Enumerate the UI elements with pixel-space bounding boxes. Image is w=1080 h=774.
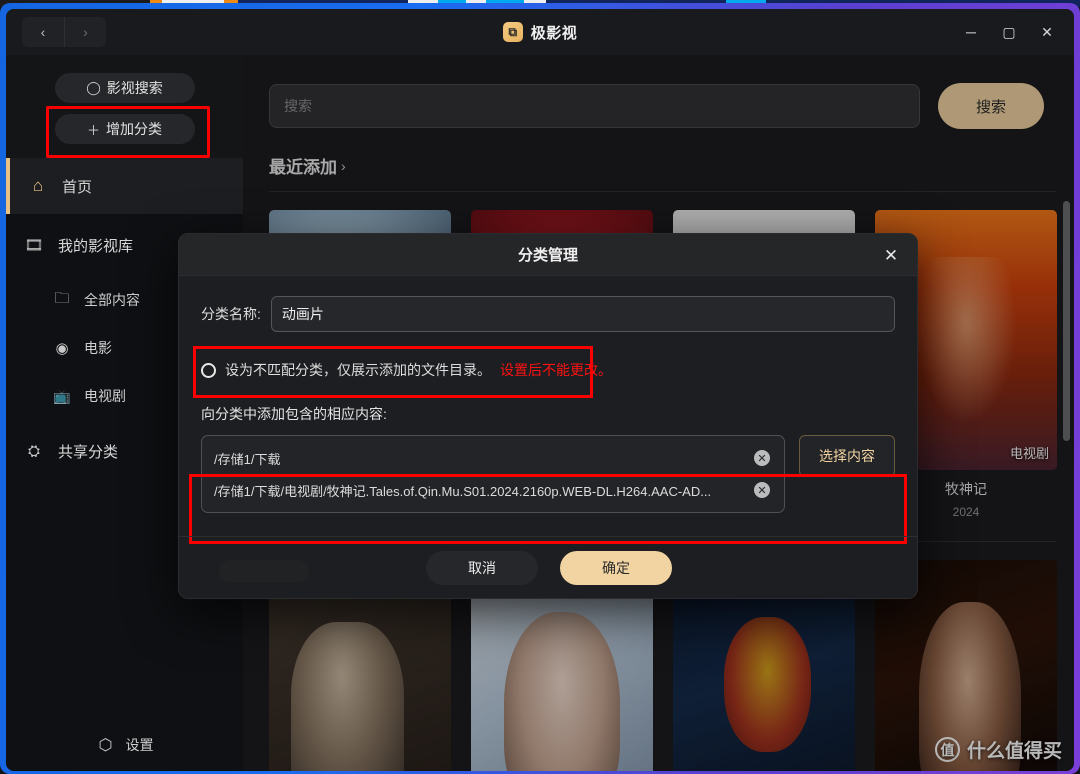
forward-icon[interactable]: › [64, 17, 106, 47]
plus-icon: ＋ [86, 122, 100, 138]
paths-list: /存储1/下载 ✕ /存储1/下载/电视剧/牧神记.Tales.of.Qin.M… [201, 435, 785, 513]
app-window: ‹ › ⧉ 极影视 ─ ▢ ✕ ◯ 影视搜索 ＋ 增加分类 ⌂ 首页 🎞 我的影… [6, 9, 1074, 771]
back-icon[interactable]: ‹ [22, 17, 64, 47]
path-item[interactable]: /存储1/下载/电视剧/牧神记.Tales.of.Qin.Mu.S01.2024… [202, 474, 778, 506]
sidebar-item-label-my-library: 我的影视库 [58, 237, 134, 255]
window-controls: ─ ▢ ✕ [954, 9, 1064, 55]
maximize-icon[interactable]: ▢ [992, 17, 1026, 47]
path-text: /存储1/下载/电视剧/牧神记.Tales.of.Qin.Mu.S01.2024… [214, 483, 712, 499]
folder-icon: 🗀 [54, 289, 70, 307]
sidebar-item-label-shared: 共享分类 [58, 443, 119, 461]
sidebar-item-home[interactable]: ⌂ 首页 [6, 158, 243, 214]
share-icon: ⛭ [27, 442, 40, 460]
content-section-label: 向分类中添加包含的相应内容: [201, 406, 387, 422]
dialog-body: 分类名称: 动画片 设为不匹配分类，仅展示添加的文件目录。 设置后不能更改。 向… [179, 276, 917, 544]
sidebar-action-group: ◯ 影视搜索 ＋ 增加分类 [6, 55, 243, 158]
category-name-row: 分类名称: 动画片 [201, 296, 895, 332]
home-icon: ⌂ [32, 176, 44, 195]
sidebar-item-label-movies: 电影 [84, 340, 112, 356]
category-name-label: 分类名称: [201, 306, 261, 322]
search-icon: ◯ [86, 80, 101, 95]
cancel-button[interactable]: 取消 [426, 550, 538, 585]
confirm-button[interactable]: 确定 [560, 550, 672, 585]
sidebar-item-label-settings: 设置 [125, 737, 154, 753]
app-title: 极影视 [530, 24, 578, 42]
unmatched-category-text: 设为不匹配分类，仅展示添加的文件目录。 [225, 362, 491, 378]
sidebar-item-label-tv: 电视剧 [84, 388, 126, 404]
unmatched-category-warning: 设置后不能更改。 [500, 362, 612, 378]
choose-content-button[interactable]: 选择内容 [799, 435, 895, 477]
add-category-button[interactable]: ＋ 增加分类 [54, 114, 195, 144]
path-item[interactable]: /存储1/下载 ✕ [202, 442, 778, 474]
clear-path-icon[interactable]: ✕ [754, 482, 770, 498]
category-management-dialog: 分类管理 ✕ 分类名称: 动画片 设为不匹配分类，仅展示添加的文件目录。 设置后… [178, 233, 918, 599]
close-icon[interactable]: ✕ [1030, 17, 1064, 47]
category-name-input[interactable]: 动画片 [270, 296, 895, 332]
app-logo-icon: ⧉ [502, 22, 523, 42]
dialog-header: 分类管理 ✕ [179, 234, 917, 276]
path-text: /存储1/下载 [214, 451, 281, 467]
paths-row: /存储1/下载 ✕ /存储1/下载/电视剧/牧神记.Tales.of.Qin.M… [201, 435, 895, 513]
add-category-label: 增加分类 [106, 121, 162, 137]
dialog-footer: 取消 确定 [179, 536, 917, 598]
add-category-highlight: ＋ 增加分类 [45, 106, 210, 158]
media-search-label: 影视搜索 [106, 80, 163, 96]
dialog-close-icon[interactable]: ✕ [879, 244, 903, 268]
sidebar-item-label-all-content: 全部内容 [84, 292, 140, 308]
app-title-group: ⧉ 极影视 [6, 9, 1074, 55]
film-icon: 🎞 [24, 237, 44, 254]
radio-icon[interactable] [201, 362, 216, 378]
history-nav-group: ‹ › [22, 17, 106, 47]
media-search-button[interactable]: ◯ 影视搜索 [54, 73, 195, 103]
gear-icon: ⬡ [98, 737, 113, 754]
clear-path-icon[interactable]: ✕ [754, 450, 770, 466]
sidebar-item-settings[interactable]: ⬡ 设置 [6, 735, 243, 755]
dialog-title: 分类管理 [517, 247, 578, 264]
unmatched-category-option[interactable]: 设为不匹配分类，仅展示添加的文件目录。 设置后不能更改。 [201, 360, 895, 380]
sidebar-item-label-home: 首页 [62, 178, 93, 196]
minimize-icon[interactable]: ─ [954, 17, 988, 47]
title-bar: ‹ › ⧉ 极影视 ─ ▢ ✕ [6, 9, 1074, 55]
tv-icon: 📺 [53, 387, 71, 404]
film-reel-icon: ◉ [55, 340, 69, 357]
